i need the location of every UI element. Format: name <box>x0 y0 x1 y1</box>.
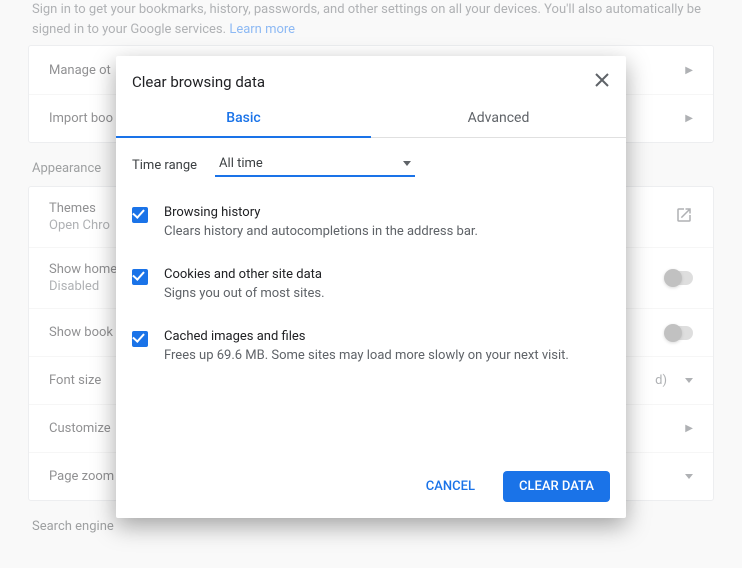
tab-basic[interactable]: Basic <box>116 100 371 138</box>
clear-browsing-data-dialog: Clear browsing data Basic Advanced Time … <box>116 56 626 518</box>
dropdown-icon <box>403 161 411 166</box>
time-range-label: Time range <box>132 158 197 173</box>
option-title: Browsing history <box>164 205 478 220</box>
dialog-tabs: Basic Advanced <box>116 100 626 138</box>
checkbox-checked-icon[interactable] <box>132 331 148 347</box>
option-title: Cached images and files <box>164 329 569 344</box>
clear-data-button[interactable]: CLEAR DATA <box>503 471 610 502</box>
tab-advanced[interactable]: Advanced <box>371 100 626 137</box>
option-desc: Clears history and autocompletions in th… <box>164 224 478 239</box>
time-range-select[interactable]: All time <box>215 154 415 177</box>
cancel-button[interactable]: CANCEL <box>410 471 491 502</box>
option-desc: Frees up 69.6 MB. Some sites may load mo… <box>164 348 569 363</box>
option-desc: Signs you out of most sites. <box>164 286 325 301</box>
option-title: Cookies and other site data <box>164 267 325 282</box>
option-cookies[interactable]: Cookies and other site data Signs you ou… <box>132 253 610 315</box>
option-cache[interactable]: Cached images and files Frees up 69.6 MB… <box>132 315 610 377</box>
time-range-value: All time <box>219 156 263 171</box>
checkbox-checked-icon[interactable] <box>132 269 148 285</box>
dialog-title: Clear browsing data <box>132 73 265 91</box>
checkbox-checked-icon[interactable] <box>132 207 148 223</box>
option-browsing-history[interactable]: Browsing history Clears history and auto… <box>132 191 610 253</box>
close-button[interactable] <box>594 72 610 92</box>
